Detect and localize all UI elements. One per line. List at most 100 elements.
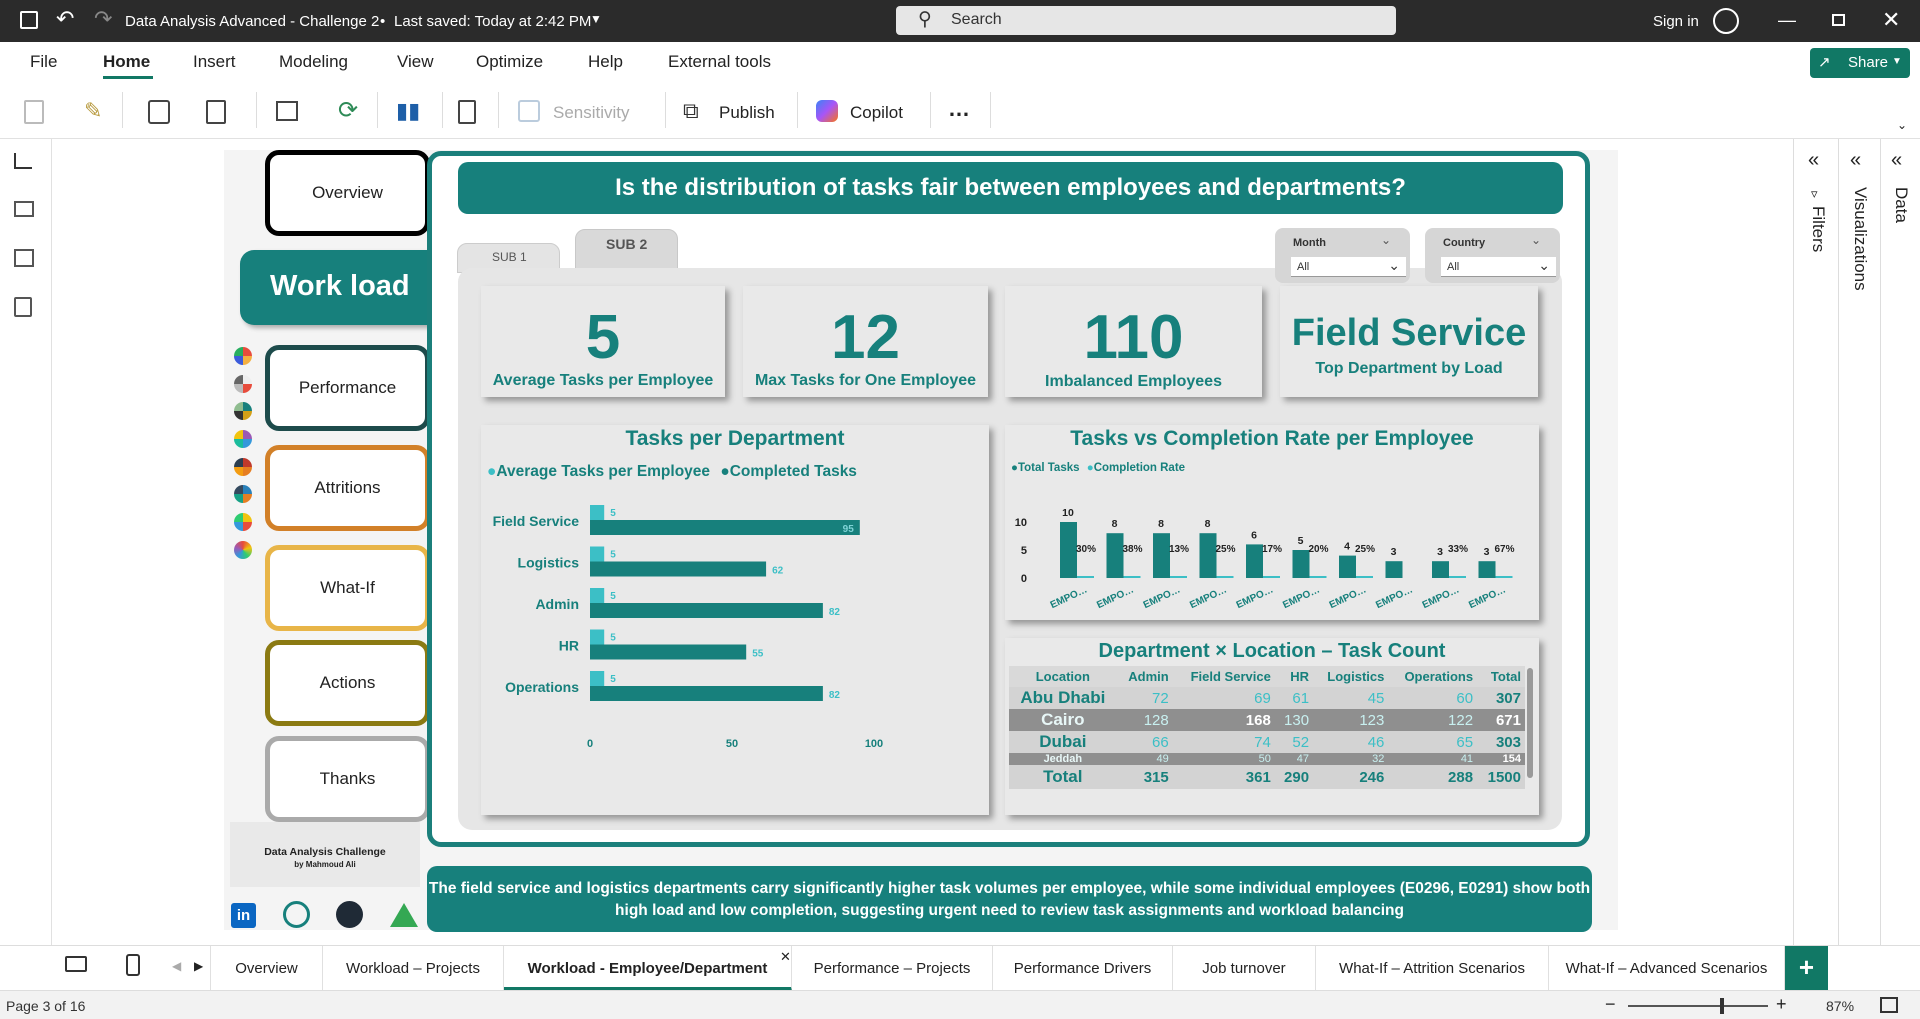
country-slicer-dropdown[interactable]: All ⌄ bbox=[1441, 257, 1556, 277]
new-visual-icon[interactable] bbox=[276, 101, 298, 121]
theme-palette-icon[interactable] bbox=[234, 541, 252, 559]
tab-sub2[interactable]: SUB 2 bbox=[575, 229, 678, 271]
menu-home[interactable]: Home bbox=[103, 52, 150, 72]
theme-palette-icon[interactable] bbox=[234, 430, 252, 448]
page-tab[interactable]: Performance Drivers bbox=[993, 946, 1173, 991]
month-slicer-dropdown[interactable]: All ⌄ bbox=[1291, 257, 1406, 277]
redo-icon[interactable]: ↷ bbox=[94, 6, 112, 32]
chevron-down-icon[interactable]: ▼ bbox=[590, 12, 602, 26]
filters-pane-label[interactable]: Filters bbox=[1808, 206, 1828, 252]
model-view-icon[interactable] bbox=[14, 249, 34, 267]
globe-icon[interactable] bbox=[283, 901, 310, 928]
country-slicer-label: Country bbox=[1443, 237, 1486, 249]
page-tab[interactable]: What-If – Advanced Scenarios bbox=[1549, 946, 1785, 991]
save-icon[interactable] bbox=[20, 11, 38, 29]
page-tab[interactable]: Workload – Projects bbox=[323, 946, 504, 991]
format-painter-icon[interactable]: ✎ bbox=[84, 98, 102, 124]
page-tab[interactable]: Performance – Projects bbox=[792, 946, 993, 991]
theme-palette-icon[interactable] bbox=[234, 458, 252, 476]
get-data-icon[interactable] bbox=[148, 100, 170, 124]
zoom-slider[interactable] bbox=[1628, 998, 1768, 1014]
menu-external-tools[interactable]: External tools bbox=[668, 52, 771, 72]
page-tab[interactable]: What-If – Attrition Scenarios bbox=[1316, 946, 1549, 991]
theme-palette-icon[interactable] bbox=[234, 402, 252, 420]
department-location-matrix: Department × Location – Task Count Locat… bbox=[1005, 638, 1539, 815]
paste-icon[interactable] bbox=[24, 100, 44, 124]
month-slicer[interactable]: Month ⌄ All ⌄ bbox=[1275, 228, 1410, 283]
scroll-right-icon[interactable]: ▶ bbox=[194, 959, 203, 973]
zoom-out-button[interactable]: − bbox=[1605, 994, 1616, 1015]
scroll-left-icon[interactable]: ◀ bbox=[172, 959, 181, 973]
matrix-scrollbar[interactable] bbox=[1527, 668, 1533, 778]
menu-help[interactable]: Help bbox=[588, 52, 623, 72]
data-label: 20% bbox=[1308, 544, 1328, 555]
kpi-value: 110 bbox=[1083, 303, 1184, 372]
theme-palette-icon[interactable] bbox=[234, 513, 252, 531]
menu-modeling[interactable]: Modeling bbox=[279, 52, 348, 72]
chevron-down-icon: ⌄ bbox=[1531, 233, 1542, 247]
theme-palette-icon[interactable] bbox=[234, 347, 252, 365]
nav-overview-button[interactable]: Overview bbox=[265, 150, 430, 236]
more-options-button[interactable]: … bbox=[948, 96, 970, 122]
undo-icon[interactable]: ↶ bbox=[56, 6, 74, 32]
report-view-icon[interactable] bbox=[14, 153, 32, 169]
add-page-button[interactable]: + bbox=[1785, 946, 1828, 990]
share-button[interactable]: ↗ Share ▼ bbox=[1810, 48, 1910, 78]
linkedin-icon[interactable]: in bbox=[231, 903, 256, 928]
table-view-icon[interactable] bbox=[14, 201, 34, 217]
mobile-layout-icon[interactable] bbox=[126, 954, 140, 976]
desktop-layout-icon[interactable] bbox=[65, 956, 87, 972]
nav-attritions-button[interactable]: Attritions bbox=[265, 445, 430, 531]
nav-performance-button[interactable]: Performance bbox=[265, 345, 430, 431]
menu-file[interactable]: File bbox=[30, 52, 57, 72]
copilot-button[interactable]: Copilot bbox=[850, 103, 903, 123]
matrix-cell: 72 bbox=[1152, 689, 1169, 707]
fit-to-page-icon[interactable] bbox=[1880, 997, 1898, 1013]
copilot-icon[interactable] bbox=[816, 100, 838, 122]
publish-button[interactable]: Publish bbox=[719, 103, 775, 123]
github-icon[interactable] bbox=[336, 901, 363, 928]
nav-workload-button[interactable]: Work load bbox=[240, 250, 435, 325]
collapse-ribbon-icon[interactable]: ⌄ bbox=[1897, 118, 1907, 132]
page-tab[interactable]: Overview bbox=[210, 946, 323, 991]
menu-optimize[interactable]: Optimize bbox=[476, 52, 543, 72]
minimize-icon[interactable]: — bbox=[1778, 10, 1796, 31]
menu-insert[interactable]: Insert bbox=[193, 52, 236, 72]
menu-view[interactable]: View bbox=[397, 52, 434, 72]
nav-thanks-button[interactable]: Thanks bbox=[265, 736, 430, 822]
nav-whatif-button[interactable]: What-If bbox=[265, 545, 430, 631]
visual-bar-icon[interactable]: ▮▮ bbox=[396, 98, 420, 124]
dax-query-icon[interactable] bbox=[14, 297, 32, 317]
search-input[interactable]: Search bbox=[951, 11, 1002, 29]
refresh-icon[interactable]: ⟳ bbox=[338, 96, 358, 125]
visualizations-pane-label[interactable]: Visualizations bbox=[1850, 187, 1870, 291]
zoom-in-button[interactable]: + bbox=[1776, 994, 1787, 1015]
expand-filters-icon[interactable]: « bbox=[1808, 149, 1819, 172]
matrix-cell: 122 bbox=[1448, 711, 1474, 729]
zoom-slider-thumb[interactable] bbox=[1720, 998, 1724, 1014]
data-pane-label[interactable]: Data bbox=[1891, 187, 1911, 223]
close-icon[interactable]: ✕ bbox=[1882, 7, 1900, 33]
account-icon[interactable] bbox=[1713, 8, 1739, 34]
google-drive-icon[interactable] bbox=[390, 903, 418, 927]
restore-icon[interactable] bbox=[1832, 14, 1845, 26]
calculator-icon[interactable] bbox=[458, 100, 476, 124]
x-tick-label: EMPO… bbox=[1374, 584, 1414, 611]
page-tab-active[interactable]: Workload - Employee/Department ✕ bbox=[504, 946, 792, 991]
expand-data-icon[interactable]: « bbox=[1891, 149, 1902, 172]
publish-icon[interactable]: ⧉ bbox=[683, 98, 699, 124]
sign-in-link[interactable]: Sign in bbox=[1653, 13, 1699, 30]
matrix-title: Department × Location – Task Count bbox=[1098, 640, 1446, 662]
theme-palette-icon[interactable] bbox=[234, 485, 252, 503]
data-label: 55 bbox=[752, 649, 764, 660]
page-tab[interactable]: Job turnover bbox=[1173, 946, 1316, 991]
matrix-scroll-area[interactable]: Location Admin Field Service HR Logistics Ope… bbox=[1009, 666, 1525, 812]
country-slicer[interactable]: Country ⌄ All ⌄ bbox=[1425, 228, 1560, 283]
nav-actions-button[interactable]: Actions bbox=[265, 640, 430, 726]
theme-palette-icon[interactable] bbox=[234, 375, 252, 393]
ribbon-separator bbox=[930, 92, 931, 128]
transform-icon[interactable] bbox=[206, 100, 226, 124]
close-tab-icon[interactable]: ✕ bbox=[780, 934, 791, 980]
search-box[interactable]: ⚲ Search bbox=[896, 6, 1396, 35]
expand-visualizations-icon[interactable]: « bbox=[1850, 149, 1861, 172]
